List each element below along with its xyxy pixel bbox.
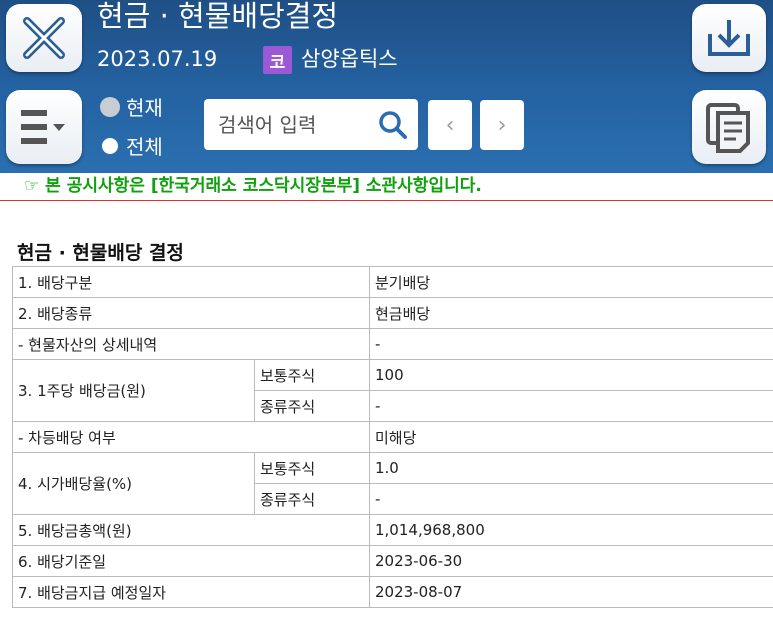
row-label-record-date: 6. 배당기준일 — [12, 545, 370, 577]
jurisdiction-notice: ☞ 본 공시사항은 [한국거래소 코스닥시장본부] 소관사항입니다. — [24, 176, 482, 196]
table-row: 1. 배당구분 분기배당 — [12, 266, 773, 298]
row-label-inkind-details: - 현물자산의 상세내역 — [12, 328, 370, 360]
close-icon — [23, 17, 65, 59]
row-label-differential: - 차등배당 여부 — [12, 421, 370, 453]
table-row: 3. 1주당 배당금(원) 보통주식 100 — [12, 359, 773, 422]
disclosure-date: 2023.07.19 — [97, 47, 218, 71]
page-title: 현금 · 현물배당결정 — [97, 0, 339, 33]
dividend-table: 1. 배당구분 분기배당 2. 배당종류 현금배당 - 현물자산의 상세내역 -… — [12, 266, 773, 608]
row-label-yield: 4. 시가배당율(%) — [12, 452, 255, 515]
row-value-yield-preferred: - — [369, 483, 773, 515]
row-value-dividend-type: 분기배당 — [369, 266, 773, 298]
table-row: 6. 배당기준일 2023-06-30 — [12, 545, 773, 577]
row-label-dividend-type: 1. 배당구분 — [12, 266, 370, 298]
document-list-button[interactable] — [692, 90, 766, 164]
radio-all[interactable]: 전체 — [100, 131, 163, 160]
row-label-dividend-kind: 2. 배당종류 — [12, 297, 370, 329]
radio-all-label: 전체 — [126, 135, 163, 159]
table-row: 2. 배당종류 현금배당 — [12, 297, 773, 329]
search-box[interactable] — [204, 99, 418, 150]
search-input[interactable] — [216, 111, 380, 138]
row-sub-common: 보통주식 — [254, 359, 370, 391]
row-value-yield-common: 1.0 — [369, 452, 773, 484]
radio-current-label: 현재 — [126, 96, 163, 120]
radio-current-indicator[interactable] — [100, 96, 120, 117]
table-row: - 현물자산의 상세내역 - — [12, 328, 773, 360]
row-value-payment-date: 2023-08-07 — [369, 576, 773, 608]
menu-list-icon — [21, 110, 65, 144]
row-label-dps: 3. 1주당 배당금(원) — [12, 359, 255, 422]
search-icon[interactable] — [378, 110, 408, 140]
notice-bar: ☞ 본 공시사항은 [한국거래소 코스닥시장본부] 소관사항입니다. — [0, 173, 773, 201]
close-button[interactable] — [6, 4, 82, 72]
table-row: - 차등배당 여부 미해당 — [12, 421, 773, 453]
row-value-total: 1,014,968,800 — [369, 514, 773, 546]
section-title: 현금 · 현물배당 결정 — [17, 242, 184, 264]
row-sub-common: 보통주식 — [254, 452, 370, 484]
table-row: 4. 시가배당율(%) 보통주식 1.0 — [12, 452, 773, 515]
documents-icon — [706, 103, 750, 153]
menu-button[interactable] — [6, 90, 82, 164]
radio-all-indicator[interactable] — [100, 135, 120, 156]
row-value-differential: 미해당 — [369, 421, 773, 453]
row-sub-preferred: 종류주식 — [254, 390, 370, 422]
row-sub-preferred: 종류주식 — [254, 483, 370, 515]
download-icon — [708, 20, 750, 56]
row-value-dps-common: 100 — [369, 359, 773, 391]
row-label-total: 5. 배당금총액(원) — [12, 514, 370, 546]
row-value-dps-preferred: - — [369, 390, 773, 422]
table-row: 7. 배당금지급 예정일자 2023-08-07 — [12, 576, 773, 608]
market-badge: 코 — [263, 46, 292, 74]
radio-current[interactable]: 현재 — [100, 92, 163, 121]
table-row: 5. 배당금총액(원) 1,014,968,800 — [12, 514, 773, 546]
row-value-inkind-details: - — [369, 328, 773, 360]
prev-button[interactable]: ‹ — [428, 100, 472, 150]
company-name[interactable]: 삼양옵틱스 — [301, 44, 398, 74]
row-value-record-date: 2023-06-30 — [369, 545, 773, 577]
row-label-payment-date: 7. 배당금지급 예정일자 — [12, 576, 370, 608]
header-bar: 현금 · 현물배당결정 2023.07.19 코 삼양옵틱스 현재 전체 ‹ — [0, 0, 773, 173]
download-button[interactable] — [692, 4, 766, 72]
row-value-dividend-kind: 현금배당 — [369, 297, 773, 329]
next-button[interactable]: › — [480, 100, 524, 150]
